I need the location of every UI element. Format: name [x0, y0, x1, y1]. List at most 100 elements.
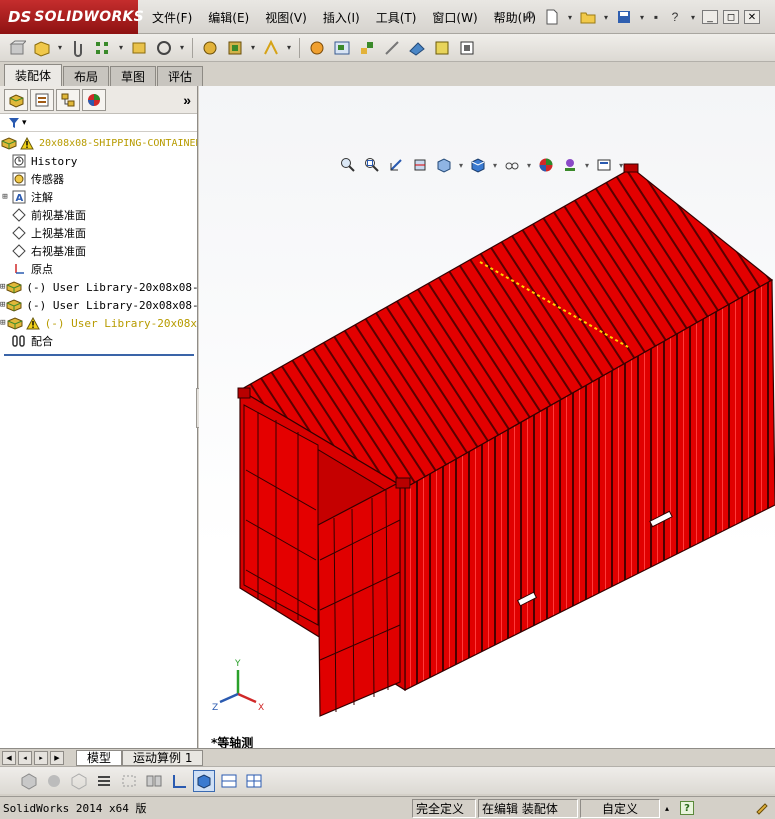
hidden-lines-removed-icon[interactable] [68, 770, 90, 792]
chevron-down-icon[interactable]: ▾ [249, 43, 257, 52]
restore-icon[interactable]: ◻ [723, 10, 739, 24]
minimize-icon[interactable]: _ [702, 10, 718, 24]
new-document-icon[interactable] [543, 8, 561, 26]
tab-motion-study[interactable]: 运动算例 1 [122, 749, 204, 766]
compare-icon[interactable] [143, 770, 165, 792]
prev-tab-icon[interactable]: ◂ [18, 750, 32, 765]
list-view-icon[interactable] [93, 770, 115, 792]
zoom-to-fit-icon[interactable] [339, 156, 357, 174]
hide-show-items-icon[interactable] [503, 156, 521, 174]
zoom-to-area-icon[interactable] [363, 156, 381, 174]
tab-assembly[interactable]: 装配体 [4, 64, 63, 86]
view-orientation-icon[interactable] [435, 156, 453, 174]
tree-node[interactable]: 前视基准面 [0, 206, 197, 224]
first-tab-icon[interactable]: ◀ [2, 750, 16, 765]
edit-appearance-icon[interactable] [537, 156, 555, 174]
save-icon[interactable] [615, 8, 633, 26]
chevron-down-icon[interactable]: ▾ [602, 8, 610, 26]
chevron-down-icon[interactable]: ▾ [22, 117, 27, 128]
tree-node[interactable]: ⊞ (-) User Library-20x08x08- [0, 296, 197, 314]
menu-tools[interactable]: 工具(T) [368, 6, 425, 28]
display-style-icon[interactable] [469, 156, 487, 174]
menu-insert[interactable]: 插入(I) [315, 6, 368, 28]
last-tab-icon[interactable]: ▶ [50, 750, 64, 765]
next-tab-icon[interactable]: ▸ [34, 750, 48, 765]
tree-node[interactable]: 传感器 [0, 170, 197, 188]
chevron-down-icon[interactable]: ▾ [619, 161, 623, 170]
four-view-icon[interactable] [243, 770, 265, 792]
help-icon[interactable]: ? [666, 8, 684, 26]
chevron-down-icon[interactable]: ▾ [566, 8, 574, 26]
tree-node[interactable]: ⊞ (-) User Library-20x08x08- [0, 278, 197, 296]
chevron-down-icon[interactable]: ▾ [493, 161, 497, 170]
tree-node[interactable]: History [0, 152, 197, 170]
chevron-down-icon[interactable]: ▾ [689, 8, 697, 26]
tree-node[interactable]: 上视基准面 [0, 224, 197, 242]
exploded-view-icon[interactable] [356, 37, 378, 59]
new-part-icon[interactable] [31, 37, 53, 59]
close-icon[interactable]: ✕ [744, 10, 760, 24]
expand-icon[interactable]: ⊞ [0, 192, 10, 202]
single-view-icon[interactable] [193, 769, 215, 792]
menu-window[interactable]: 窗口(W) [424, 6, 485, 28]
bill-of-materials-icon[interactable] [331, 37, 353, 59]
tree-node[interactable]: 原点 [0, 260, 197, 278]
tree-filter[interactable]: ▾ [0, 114, 197, 132]
help-status-icon[interactable]: ? [680, 801, 695, 815]
graphics-area[interactable]: ▾ ▾ ▾ ▾ ▾ ✕ [199, 86, 775, 748]
menu-view[interactable]: 视图(V) [257, 6, 315, 28]
tab-sketch[interactable]: 草图 [110, 66, 157, 86]
instant3d-icon[interactable] [406, 37, 428, 59]
rollback-bar[interactable] [4, 354, 194, 356]
view-settings-icon[interactable] [595, 156, 613, 174]
shaded-icon[interactable] [43, 770, 65, 792]
chevron-down-icon[interactable]: ▾ [285, 43, 293, 52]
open-folder-icon[interactable] [579, 8, 597, 26]
apply-scene-icon[interactable] [561, 156, 579, 174]
previous-view-icon[interactable] [387, 156, 405, 174]
app-logo[interactable]: DS SOLIDWORKS [0, 0, 144, 34]
mate-icon[interactable] [67, 37, 89, 59]
tree-root[interactable]: 20x08x08-SHIPPING-CONTAINER [0, 134, 197, 152]
chevron-down-icon[interactable]: ▾ [459, 161, 463, 170]
options-icon[interactable]: ▪ [651, 8, 661, 26]
dotted-grid-icon[interactable] [118, 770, 140, 792]
tree-node[interactable]: ⊞ (-) User Library-20x08x [0, 314, 197, 332]
new-motion-study-icon[interactable] [306, 37, 328, 59]
tree-node[interactable]: ⊞ A 注解 [0, 188, 197, 206]
chevron-down-icon[interactable]: ▾ [527, 161, 531, 170]
chevron-down-icon[interactable]: ▾ [117, 43, 125, 52]
menu-file[interactable]: 文件(F) [144, 6, 200, 28]
display-manager-tab-icon[interactable] [82, 88, 106, 111]
chevron-down-icon[interactable]: ▾ [56, 43, 64, 52]
axes-icon[interactable] [168, 770, 190, 792]
tab-model[interactable]: 模型 [76, 749, 123, 766]
tab-evaluate[interactable]: 评估 [157, 66, 204, 86]
explode-line-sketch-icon[interactable] [381, 37, 403, 59]
tab-layout[interactable]: 布局 [63, 66, 110, 86]
chevron-down-icon[interactable]: ▾ [585, 161, 589, 170]
reference-geometry-icon[interactable] [260, 37, 282, 59]
chevron-down-icon[interactable]: ▾ [638, 8, 646, 26]
two-view-horizontal-icon[interactable] [218, 770, 240, 792]
rebuild-notice-icon[interactable] [751, 799, 773, 818]
tree-node[interactable]: 配合 [0, 332, 197, 350]
rotate-component-icon[interactable] [153, 37, 175, 59]
configuration-manager-tab-icon[interactable] [56, 88, 80, 111]
pin-icon[interactable] [520, 8, 538, 26]
section-view-icon[interactable] [411, 156, 429, 174]
take-snapshot-icon[interactable] [456, 37, 478, 59]
update-speedpak-icon[interactable] [431, 37, 453, 59]
chevron-down-icon[interactable]: ▾ [178, 43, 186, 52]
units-dropdown-icon[interactable]: ▴ [662, 799, 672, 818]
tree-node[interactable]: 右视基准面 [0, 242, 197, 260]
filter-icon[interactable] [8, 117, 20, 129]
property-manager-tab-icon[interactable] [30, 88, 54, 111]
shipping-container-model[interactable] [199, 86, 775, 748]
feature-manager-tab-icon[interactable] [4, 88, 28, 111]
move-component-icon[interactable] [128, 37, 150, 59]
chevron-double-right-icon[interactable]: » [183, 92, 191, 108]
smart-fasteners-icon[interactable] [199, 37, 221, 59]
assembly-features-icon[interactable] [224, 37, 246, 59]
linear-pattern-icon[interactable] [92, 37, 114, 59]
